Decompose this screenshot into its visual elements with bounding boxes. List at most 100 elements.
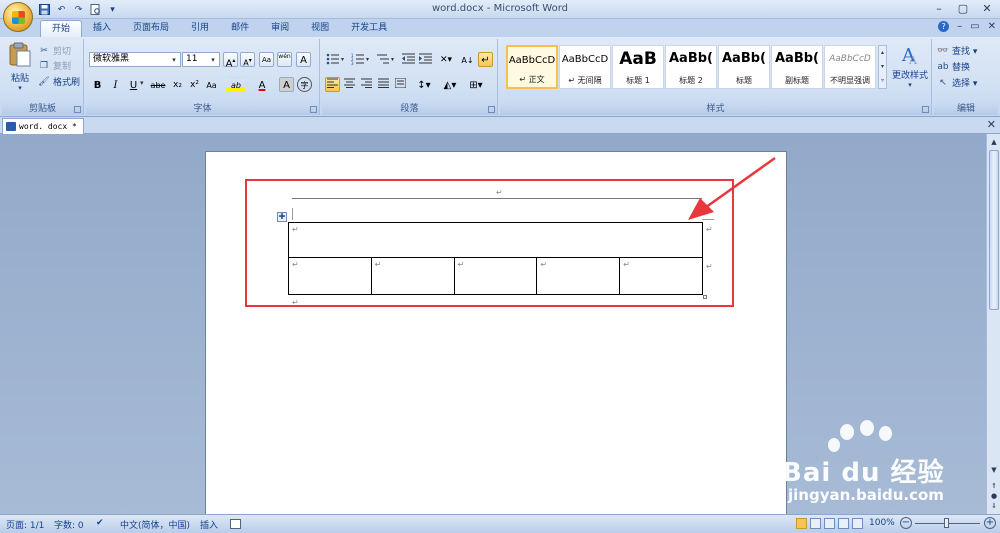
title-bar: ↶ ↷ ▾ word.docx - Microsoft Word – ▢ ✕ (0, 0, 1000, 32)
italic-button[interactable]: I (108, 77, 123, 92)
zoom-slider-thumb[interactable] (944, 518, 949, 528)
word-count-status[interactable]: 字数: 0 (54, 518, 84, 531)
page-count-status[interactable]: 页面: 1/1 (6, 518, 44, 531)
styles-launcher-icon[interactable] (922, 106, 929, 113)
style-title[interactable]: AaBb( 标题 (718, 45, 770, 89)
font-family-select[interactable]: 微软雅黑 ▾ (89, 52, 181, 67)
underline-button[interactable]: U (126, 77, 141, 92)
font-launcher-icon[interactable] (310, 106, 317, 113)
language-status[interactable]: 中文(简体，中国) (120, 518, 190, 531)
find-button[interactable]: 👓 查找 ▾ (937, 44, 977, 58)
style-no-spacing[interactable]: AaBbCcD ↵ 无间隔 (559, 45, 611, 89)
zoom-in-icon[interactable]: + (984, 517, 996, 529)
full-screen-reading-icon[interactable] (810, 518, 821, 529)
select-button[interactable]: ↖ 选择 ▾ (937, 76, 977, 90)
minimize-button[interactable]: – (928, 0, 950, 17)
ribbon-restore-button[interactable]: ▭ (970, 21, 979, 32)
style-name: 副标题 (785, 76, 809, 85)
strikethrough-button[interactable]: abe (148, 77, 168, 92)
clipboard-launcher-icon[interactable] (74, 106, 81, 113)
document-tab[interactable]: word. docx * (2, 118, 84, 134)
style-normal[interactable]: AaBbCcD ↵ 正文 (506, 45, 558, 89)
underline-dropdown-icon[interactable]: ▾ (140, 79, 144, 87)
tab-page-layout[interactable]: 页面布局 (122, 20, 180, 37)
tab-insert[interactable]: 插入 (82, 20, 122, 37)
chevron-down-icon: ▾ (908, 81, 912, 89)
font-color-button[interactable]: A (253, 77, 271, 92)
character-border-button[interactable]: A (296, 52, 311, 67)
grow-font-button[interactable]: A▴ (223, 52, 238, 69)
scroll-up-icon[interactable]: ▲ (988, 136, 1000, 148)
highlight-button[interactable]: ab (226, 77, 246, 92)
shrink-font-button[interactable]: A▾ (240, 52, 255, 68)
tab-references[interactable]: 引用 (180, 20, 220, 37)
decrease-indent-button[interactable] (401, 52, 416, 67)
style-heading-2[interactable]: AaBb( 标题 2 (665, 45, 717, 89)
change-case-button[interactable]: Aa (204, 77, 219, 92)
draft-view-icon[interactable] (852, 518, 863, 529)
paragraph-group-label: 段落 (322, 103, 497, 115)
character-shading-button[interactable]: A (279, 77, 294, 92)
line-spacing-button[interactable]: ↕▾ (414, 77, 434, 92)
proofing-icon[interactable]: ✔ (96, 518, 104, 528)
style-subtitle[interactable]: AaBb( 副标题 (771, 45, 823, 89)
borders-icon: ⊞▾ (469, 80, 483, 91)
tab-mailings[interactable]: 邮件 (220, 20, 260, 37)
tab-home[interactable]: 开始 (40, 20, 83, 37)
align-right-button[interactable] (359, 77, 374, 92)
copy-button[interactable]: ❐ 复制 (38, 59, 71, 73)
macro-record-icon[interactable] (230, 519, 241, 529)
bullets-button[interactable]: ▾ (325, 52, 347, 67)
help-icon[interactable]: ? (938, 21, 950, 32)
clear-format-button[interactable]: Aa (259, 52, 274, 67)
replace-button[interactable]: ab 替换 (937, 60, 970, 74)
show-marks-button[interactable]: ↵ (478, 52, 493, 67)
style-subtle-emphasis[interactable]: AaBbCcD 不明显强调 (824, 45, 876, 89)
subscript-button[interactable]: x₂ (170, 77, 185, 92)
restore-button[interactable]: ▢ (952, 0, 974, 17)
borders-button[interactable]: ⊞▾ (465, 77, 487, 92)
zoom-out-icon[interactable]: − (900, 517, 912, 529)
align-center-button[interactable] (342, 77, 357, 92)
phonetic-guide-button[interactable]: wén (277, 52, 292, 67)
font-size-select[interactable]: 11 ▾ (182, 52, 220, 67)
close-document-icon[interactable]: ✕ (987, 118, 996, 131)
insert-mode-status[interactable]: 插入 (200, 518, 218, 531)
bold-button[interactable]: B (90, 77, 105, 92)
format-painter-button[interactable]: 🖌 格式刷 (38, 75, 80, 89)
cut-button[interactable]: ✂ 剪切 (38, 44, 71, 58)
paste-dropdown-icon[interactable]: ▾ (5, 84, 35, 92)
chinese-layout-button[interactable]: ✕▾ (436, 52, 456, 67)
change-styles-button[interactable]: AA 更改样式 ▾ (890, 43, 930, 89)
styles-scroll[interactable]: ▴ ▾ ▿ (878, 45, 887, 89)
tab-developer[interactable]: 开发工具 (340, 20, 398, 37)
office-button[interactable] (3, 2, 33, 32)
increase-indent-button[interactable] (418, 52, 433, 67)
paragraph-launcher-icon[interactable] (488, 106, 495, 113)
align-left-icon (327, 78, 338, 88)
paste-button[interactable]: 粘贴 ▾ (5, 42, 35, 97)
annotation-rectangle (245, 179, 734, 307)
tab-view[interactable]: 视图 (300, 20, 340, 37)
scroll-thumb[interactable] (989, 150, 999, 310)
document-tab-label: word. docx * (19, 122, 77, 131)
web-layout-icon[interactable] (824, 518, 835, 529)
superscript-button[interactable]: x² (187, 77, 202, 92)
distribute-button[interactable] (393, 77, 408, 92)
zoom-level[interactable]: 100% (869, 518, 895, 528)
multilevel-list-button[interactable]: ▾ (375, 52, 397, 67)
enclose-characters-button[interactable]: 字 (297, 77, 312, 92)
justify-button[interactable] (376, 77, 391, 92)
style-heading-1[interactable]: AaB 标题 1 (612, 45, 664, 89)
shading-button[interactable]: ◭▾ (440, 77, 460, 92)
sort-button[interactable]: A↓ (460, 52, 475, 67)
outline-view-icon[interactable] (838, 518, 849, 529)
print-layout-view-icon[interactable] (796, 518, 807, 529)
ribbon-close-button[interactable]: ✕ (988, 21, 996, 32)
justify-icon (378, 78, 389, 88)
tab-review[interactable]: 审阅 (260, 20, 300, 37)
numbering-button[interactable]: 1 2 3 ▾ (350, 52, 372, 67)
align-left-button[interactable] (325, 77, 340, 92)
ribbon-minimize-button[interactable]: – (957, 21, 962, 32)
close-button[interactable]: ✕ (976, 0, 998, 17)
